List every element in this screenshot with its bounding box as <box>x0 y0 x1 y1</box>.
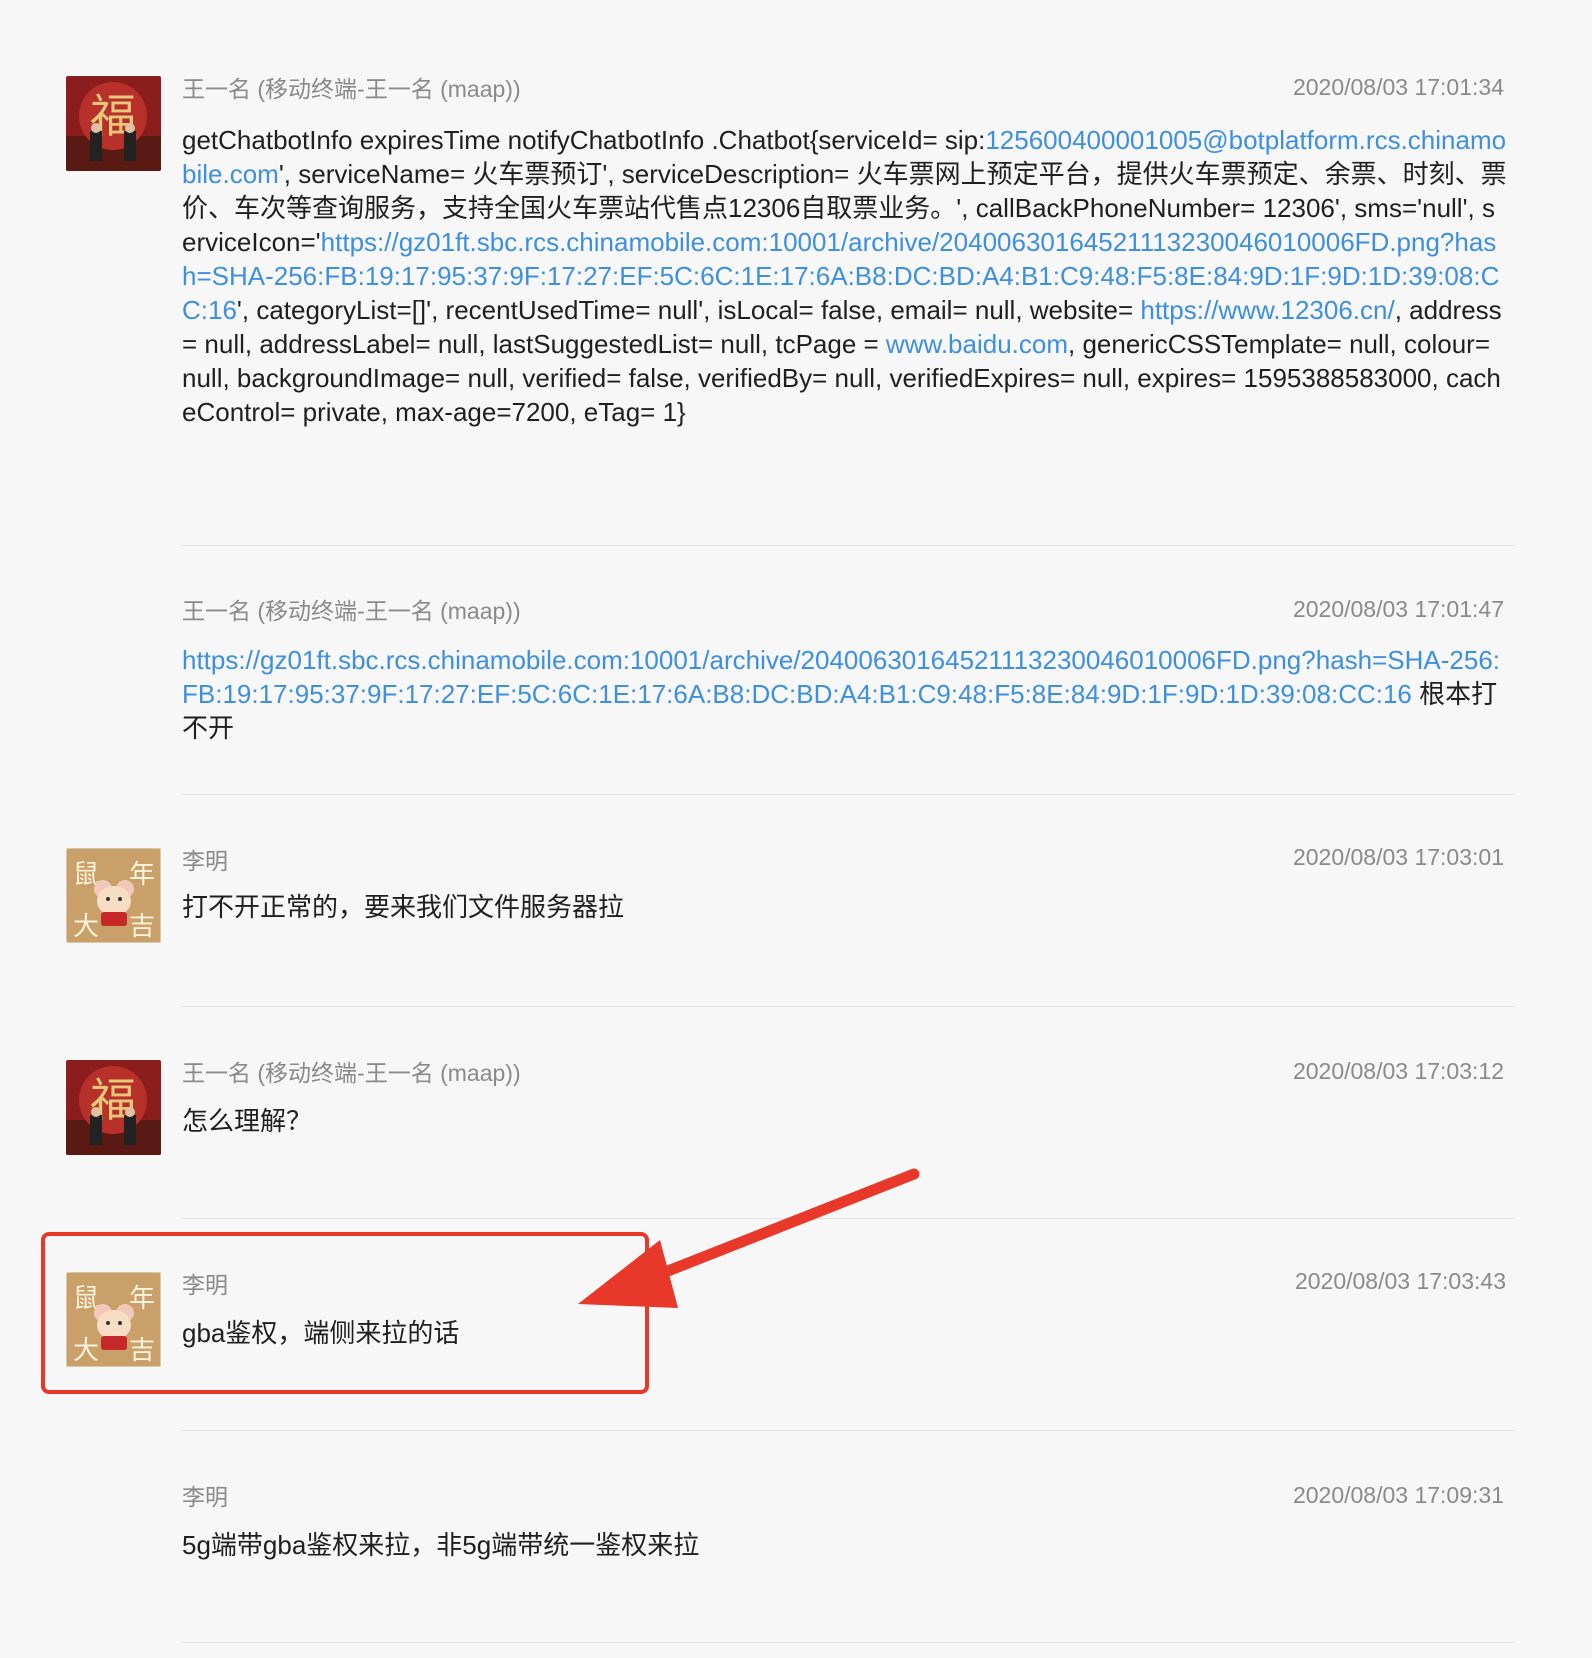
message-timestamp: 2020/08/03 17:01:47 <box>1292 596 1504 622</box>
url-link[interactable]: www.baidu.com <box>886 329 1068 359</box>
message-text[interactable]: 打不开正常的，要来我们文件服务器拉 <box>182 890 1507 924</box>
avatar-glyph: 吉 <box>129 912 155 942</box>
avatar[interactable]: 鼠 年 大 吉 <box>66 848 161 943</box>
message-divider <box>182 1218 1514 1219</box>
message-divider <box>182 1006 1514 1007</box>
chat-history: 福 王一名 (移动终端-王一名 (maap)) 2020/08/03 17:01… <box>0 0 1592 1658</box>
message-timestamp: 2020/08/03 17:03:43 <box>1294 1268 1506 1294</box>
fu-avatar-icon: 福 <box>66 76 161 171</box>
url-link[interactable]: https://gz01ft.sbc.rcs.chinamobile.com:1… <box>182 645 1500 709</box>
avatar[interactable]: 福 <box>66 76 161 171</box>
text-segment: 怎么理解？ <box>182 1106 313 1136</box>
highlight-box <box>41 1232 649 1394</box>
message-text[interactable]: 怎么理解？ <box>182 1104 1507 1138</box>
message-text[interactable]: https://gz01ft.sbc.rcs.chinamobile.com:1… <box>182 643 1507 745</box>
sender-name: 王一名 (移动终端-王一名 (maap)) <box>182 76 521 102</box>
sender-name: 王一名 (移动终端-王一名 (maap)) <box>182 598 521 624</box>
text-segment: 5g端带gba鉴权来拉，非5g端带统一鉴权来拉 <box>182 1530 700 1560</box>
message-text[interactable]: 5g端带gba鉴权来拉，非5g端带统一鉴权来拉 <box>182 1528 1507 1562</box>
text-segment: 打不开正常的，要来我们文件服务器拉 <box>182 892 625 922</box>
text-segment: ', categoryList=[]', recentUsedTime= nul… <box>236 295 1141 325</box>
message-divider <box>182 1430 1514 1431</box>
message-divider <box>182 1642 1514 1643</box>
message-timestamp: 2020/08/03 17:03:01 <box>1292 844 1504 870</box>
message-divider <box>182 545 1514 546</box>
sender-name: 王一名 (移动终端-王一名 (maap)) <box>182 1060 521 1086</box>
message-divider <box>182 794 1514 795</box>
message-timestamp: 2020/08/03 17:09:31 <box>1292 1482 1504 1508</box>
sender-name: 李明 <box>182 848 228 874</box>
message-text[interactable]: getChatbotInfo expiresTime notifyChatbot… <box>182 123 1507 429</box>
text-segment: getChatbotInfo expiresTime notifyChatbot… <box>182 125 986 155</box>
fu-avatar-icon: 福 <box>66 1060 161 1155</box>
url-link[interactable]: https://www.12306.cn/ <box>1140 295 1394 325</box>
mouse-avatar-icon: 鼠 年 大 吉 <box>67 849 160 942</box>
message-timestamp: 2020/08/03 17:01:34 <box>1292 74 1504 100</box>
sender-name: 李明 <box>182 1484 228 1510</box>
message-timestamp: 2020/08/03 17:03:12 <box>1292 1058 1504 1084</box>
avatar-glyph: 大 <box>73 912 99 942</box>
avatar[interactable]: 福 <box>66 1060 161 1155</box>
